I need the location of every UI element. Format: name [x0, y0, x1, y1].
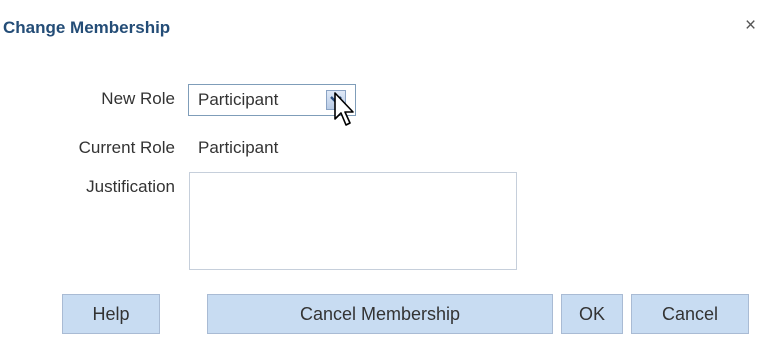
current-role-label: Current Role — [78, 138, 175, 157]
new-role-select[interactable]: Participant — [188, 84, 356, 116]
mouse-pointer-icon — [334, 92, 354, 126]
change-membership-dialog: Change Membership × New Role Participant… — [0, 0, 758, 348]
help-button[interactable]: Help — [62, 294, 160, 334]
new-role-selected-value: Participant — [198, 90, 279, 109]
cancel-membership-button[interactable]: Cancel Membership — [207, 294, 553, 334]
close-icon[interactable]: × — [745, 15, 756, 37]
justification-field[interactable] — [189, 172, 517, 270]
justification-label: Justification — [86, 177, 175, 196]
cancel-button[interactable]: Cancel — [631, 294, 749, 334]
new-role-label: New Role — [101, 89, 175, 108]
dialog-title: Change Membership — [3, 18, 171, 37]
ok-button[interactable]: OK — [561, 294, 623, 334]
current-role-value: Participant — [198, 138, 279, 157]
